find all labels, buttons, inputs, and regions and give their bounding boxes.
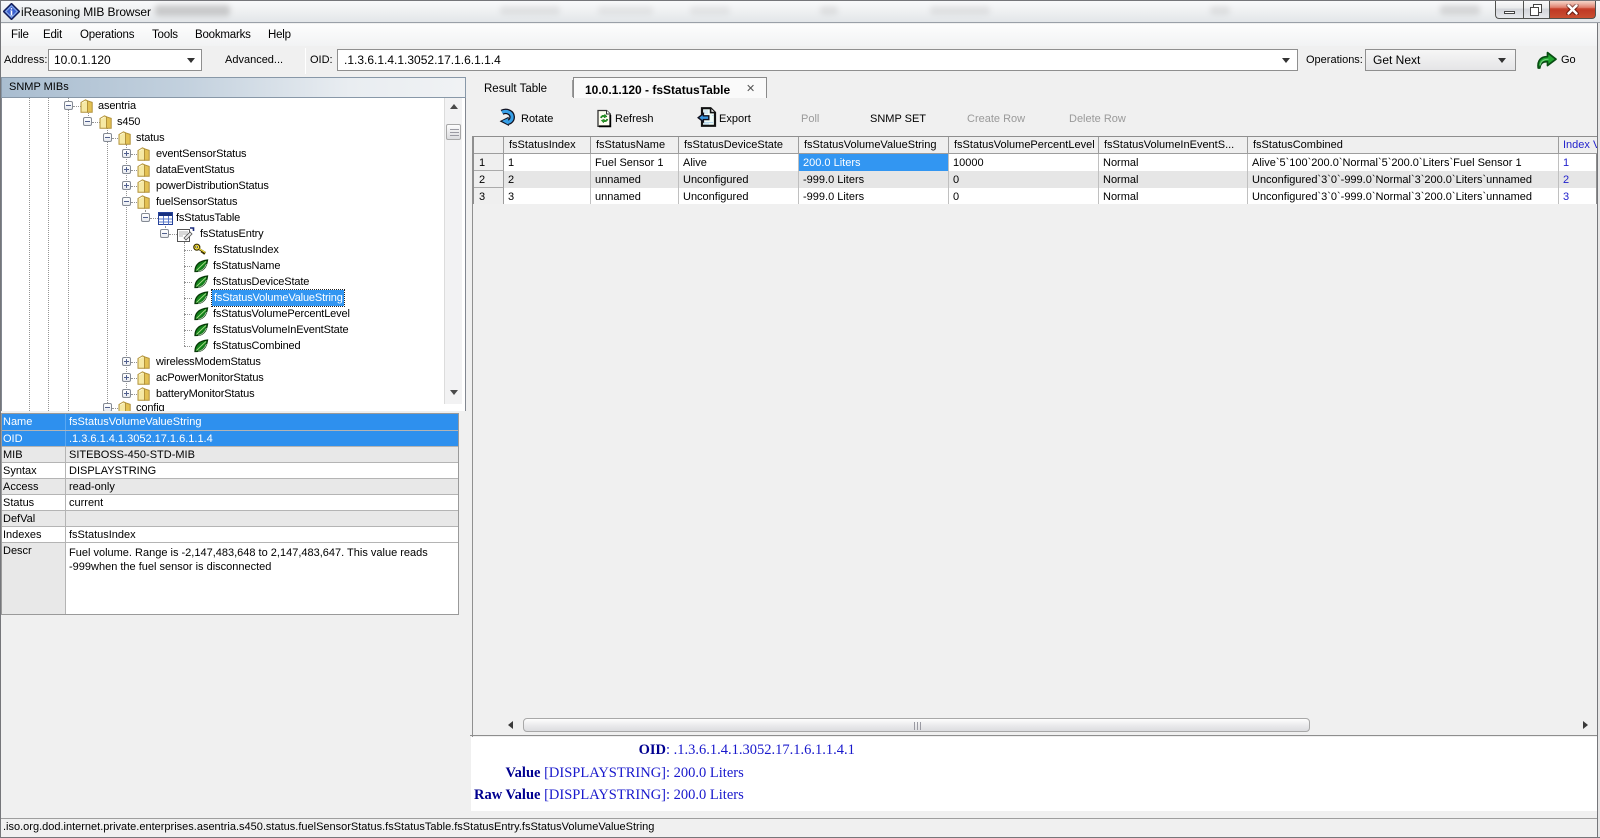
svg-text:i: i (10, 8, 13, 19)
